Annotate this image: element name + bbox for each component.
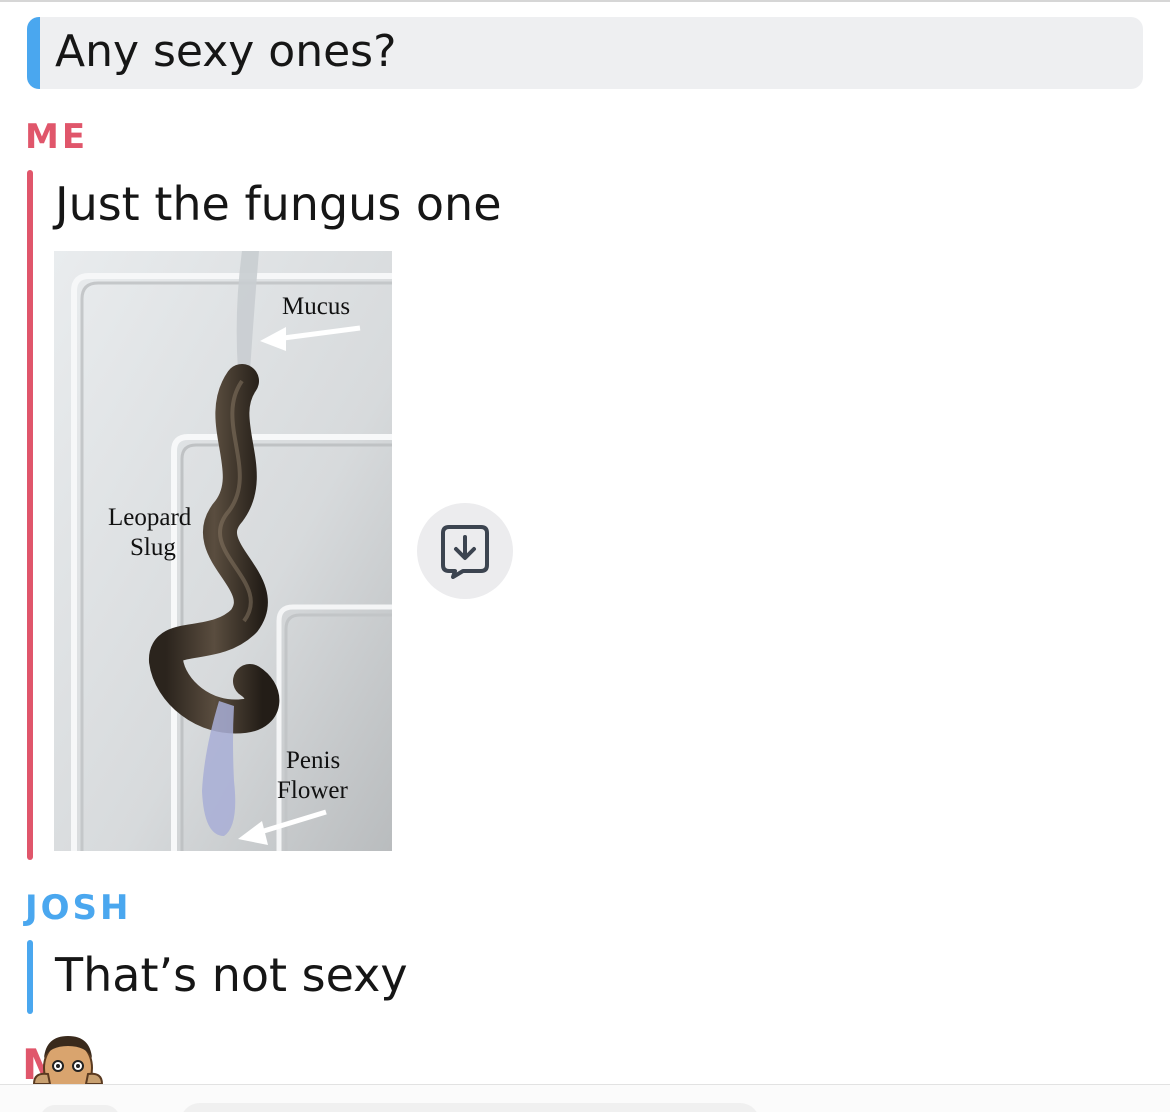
quote-accent-bar bbox=[27, 17, 40, 89]
label-slug-line1: Leopard bbox=[108, 504, 192, 531]
message-photo[interactable]: Mucus Leopard Slug Penis Flower bbox=[54, 251, 392, 851]
save-to-chat-icon bbox=[441, 525, 489, 579]
message-text-me[interactable]: Just the fungus one bbox=[55, 177, 502, 231]
message-text-josh[interactable]: That’s not sexy bbox=[55, 948, 408, 1002]
label-penis-line2: Flower bbox=[277, 777, 348, 804]
label-slug-line2: Slug bbox=[130, 534, 176, 561]
sender-name-me: ME bbox=[25, 117, 89, 157]
top-divider bbox=[0, 0, 1170, 2]
message-accent-bar-josh bbox=[27, 940, 33, 1014]
sender-name-josh: JOSH bbox=[25, 888, 132, 928]
slug-photo-image bbox=[54, 251, 392, 851]
bitmoji-avatar-icon bbox=[32, 1036, 104, 1084]
typing-indicator: M bbox=[20, 1028, 120, 1084]
label-penis-line1: Penis bbox=[286, 747, 341, 774]
save-to-chat-button[interactable] bbox=[417, 503, 513, 599]
chat-composer-bar bbox=[0, 1085, 1170, 1112]
chat-input[interactable] bbox=[180, 1103, 760, 1112]
quoted-message-text: Any sexy ones? bbox=[55, 26, 397, 77]
camera-button[interactable] bbox=[40, 1105, 120, 1112]
quoted-message[interactable]: Any sexy ones? bbox=[27, 17, 1143, 89]
message-accent-bar-me bbox=[27, 170, 33, 860]
label-mucus: Mucus bbox=[282, 293, 351, 320]
